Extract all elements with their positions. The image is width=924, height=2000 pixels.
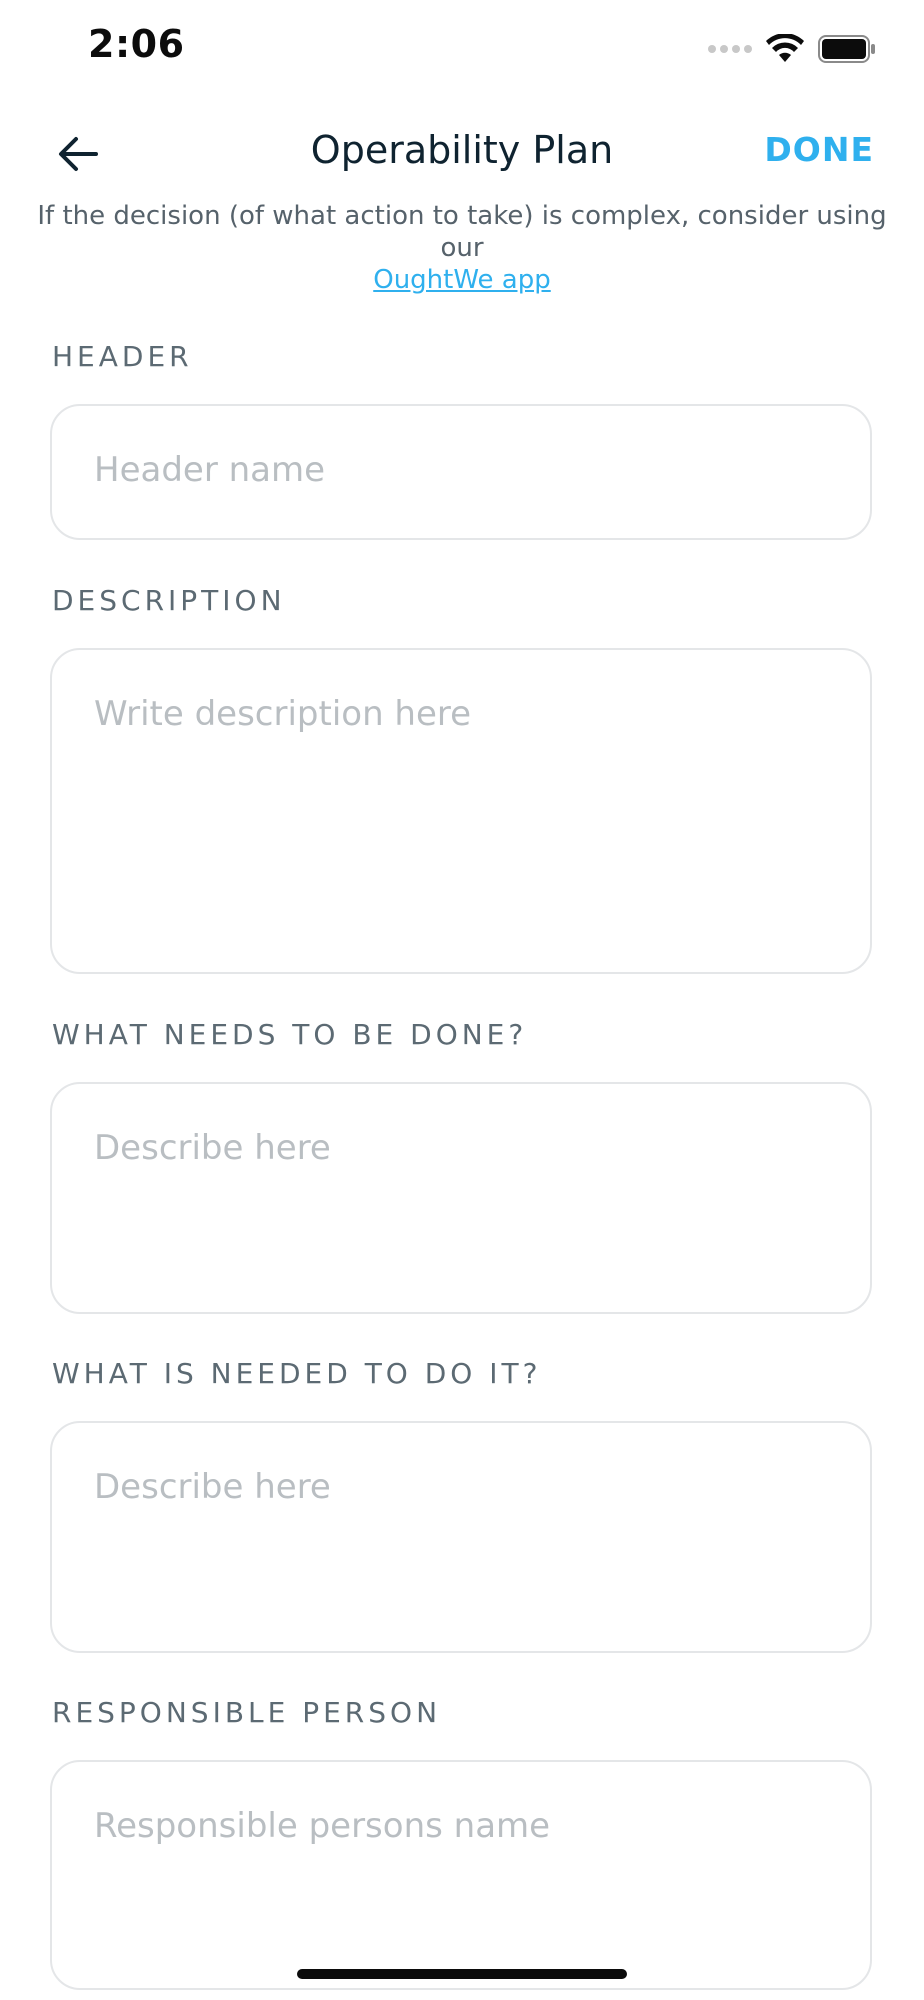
what-needed-input[interactable] (52, 1423, 870, 1651)
back-button[interactable] (50, 126, 106, 182)
what-needs-input[interactable] (52, 1084, 870, 1312)
home-indicator (297, 1969, 627, 1979)
wifi-icon (766, 34, 804, 62)
done-button[interactable]: DONE (764, 130, 874, 169)
description-field[interactable] (50, 648, 872, 974)
header-label: HEADER (52, 340, 193, 373)
status-time: 2:06 (88, 22, 185, 66)
what-needs-field[interactable] (50, 1082, 872, 1314)
description-input[interactable] (52, 650, 870, 972)
what-needed-label: WHAT IS NEEDED TO DO IT? (52, 1357, 542, 1390)
responsible-label: RESPONSIBLE PERSON (52, 1696, 442, 1729)
what-needs-label: WHAT NEEDS TO BE DONE? (52, 1018, 528, 1051)
what-needed-field[interactable] (50, 1421, 872, 1653)
header-field[interactable] (50, 404, 872, 540)
responsible-field[interactable] (50, 1760, 872, 1990)
header-input[interactable] (52, 406, 870, 534)
signal-dots-icon (708, 45, 752, 53)
hint-text: If the decision (of what action to take)… (30, 200, 894, 296)
arrow-left-icon (59, 137, 98, 171)
responsible-input[interactable] (52, 1762, 870, 1988)
description-label: DESCRIPTION (52, 584, 286, 617)
hint-message: If the decision (of what action to take)… (37, 201, 887, 263)
battery-icon (818, 35, 875, 63)
oughtwe-app-link[interactable]: OughtWe app (373, 264, 551, 296)
status-icons (708, 34, 876, 64)
